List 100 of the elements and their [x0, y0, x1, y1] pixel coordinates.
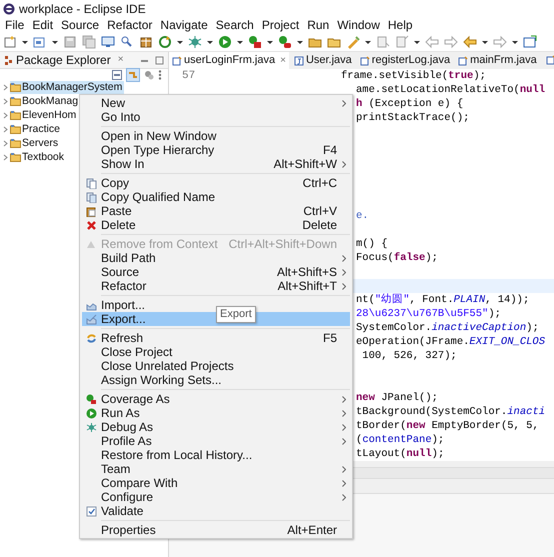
tree-item[interactable]: Textbook — [10, 150, 66, 164]
java-file-icon — [294, 56, 304, 66]
code-line: tBackground(SystemColor.inacti — [356, 405, 546, 419]
menu-item[interactable]: Copy Ctrl+C — [82, 176, 350, 190]
code-line: tBorder(new EmptyBorder(5, 5, — [356, 419, 540, 433]
code-line: h (Exception e) { — [356, 97, 464, 111]
coverage-icon — [86, 394, 97, 404]
menu-item[interactable]: Project — [258, 19, 304, 31]
dropdown-caret-icon[interactable] — [267, 40, 273, 44]
menu-item[interactable]: Copy Qualified Name — [82, 190, 350, 204]
dropdown-caret-icon[interactable] — [414, 40, 420, 44]
close-button[interactable]: × — [118, 55, 124, 65]
project-folder-icon — [10, 152, 21, 162]
back-arrow-icon[interactable] — [463, 35, 477, 49]
perspective-icon[interactable] — [523, 35, 537, 49]
menu-item[interactable]: Run — [303, 19, 334, 31]
pen-icon[interactable] — [346, 35, 360, 49]
dropdown-caret-icon[interactable] — [365, 40, 371, 44]
menu-item[interactable]: Close Unrelated Projects — [82, 359, 350, 373]
menu-item[interactable]: Team — [82, 462, 350, 476]
editor-tab[interactable]: registerLog.java — [356, 52, 454, 69]
link-toggle[interactable] — [126, 68, 140, 82]
menu-item[interactable]: Refresh F5 — [82, 331, 350, 345]
menu-item[interactable]: Build Path — [82, 251, 350, 265]
code-line: m() { — [356, 237, 389, 251]
maximize-icon[interactable] — [155, 56, 164, 64]
menu-item[interactable]: Delete Delete — [82, 218, 350, 232]
java-file-icon — [546, 55, 554, 65]
menu-item[interactable]: Window — [333, 19, 384, 31]
menu-item[interactable]: New — [82, 96, 350, 110]
menu-item[interactable]: Properties Alt+Enter — [82, 523, 350, 537]
tree-item[interactable]: BookManag — [10, 94, 80, 108]
dropdown-caret-icon[interactable] — [22, 40, 28, 44]
bug-icon — [86, 422, 97, 432]
code-line: e. — [356, 209, 370, 223]
menu-item[interactable]: Compare With — [82, 476, 350, 490]
dropdown-caret-icon[interactable] — [512, 40, 518, 44]
search-icon — [120, 35, 134, 49]
code-line: nt("幼圆", Font.PLAIN, 14)); — [356, 293, 530, 307]
view-tab[interactable]: Package Explorer — [16, 54, 111, 66]
menu-item[interactable]: Help — [384, 19, 417, 31]
back-arrow-icon — [425, 35, 439, 49]
delete-icon — [86, 220, 97, 230]
editor-tab[interactable]: mainFrm.java — [455, 52, 540, 69]
bug-icon[interactable] — [188, 35, 202, 49]
menu-item[interactable]: Close Project — [82, 345, 350, 359]
menu-item[interactable]: Assign Working Sets... — [82, 373, 350, 387]
menu-item[interactable]: Navigate — [156, 19, 212, 31]
tree-item[interactable]: BookManagerSystem — [10, 80, 124, 94]
more-options-icon[interactable] — [158, 70, 162, 80]
tree-item[interactable]: Practice — [10, 122, 62, 136]
code-line: Focus(false); — [356, 251, 439, 265]
checkbox-icon — [86, 506, 97, 516]
project-folder-icon — [10, 110, 21, 120]
menu-item[interactable]: Open in New Window — [82, 129, 350, 143]
tree-item[interactable]: Servers — [10, 136, 60, 150]
code-line: SystemColor.inactiveCaption); — [356, 321, 540, 335]
dropdown-caret-icon[interactable] — [52, 40, 58, 44]
coverage-icon[interactable] — [248, 35, 262, 49]
dropdown-caret-icon[interactable] — [207, 40, 213, 44]
run-icon[interactable] — [218, 35, 232, 49]
forward-arrow-icon[interactable] — [493, 35, 507, 49]
menu-item[interactable]: Source Alt+Shift+S — [82, 265, 350, 279]
menu-item[interactable]: Profile As — [82, 434, 350, 448]
menu-item[interactable]: Go Into — [82, 110, 350, 124]
dropdown-caret-icon[interactable] — [297, 40, 303, 44]
menu-item[interactable]: Validate — [82, 504, 350, 518]
tree-item[interactable]: ElevenHom — [10, 108, 78, 122]
package-icon — [139, 35, 153, 49]
menu-item[interactable]: Search — [212, 19, 258, 31]
menu-item[interactable]: Edit — [28, 19, 58, 31]
menu-item[interactable]: Debug As — [82, 420, 350, 434]
collapse-all-icon[interactable] — [112, 70, 122, 80]
menu-item[interactable]: Open Type Hierarchy F4 — [82, 143, 350, 157]
java-file-icon — [172, 56, 182, 66]
menu-item[interactable]: Restore from Local History... — [82, 448, 350, 462]
menu-item[interactable]: Configure — [82, 490, 350, 504]
code-line: printStackTrace(); — [356, 111, 470, 125]
new-file-icon[interactable] — [3, 35, 17, 49]
menu-item[interactable]: Show In Alt+Shift+W — [82, 157, 350, 171]
monitor-icon — [101, 35, 115, 49]
menu-item[interactable]: Refactor — [103, 19, 156, 31]
dropdown-caret-icon[interactable] — [237, 40, 243, 44]
menu-item[interactable]: Coverage As — [82, 392, 350, 406]
window-title: workplace - Eclipse IDE — [19, 2, 146, 14]
dropdown-caret-icon[interactable] — [482, 40, 488, 44]
menu-item[interactable]: Run As — [82, 406, 350, 420]
menu-item[interactable]: Refactor Alt+Shift+T — [82, 279, 350, 293]
code-line: tLayout(null); — [356, 447, 446, 461]
dropdown-caret-icon[interactable] — [177, 40, 183, 44]
menu-item[interactable]: File — [1, 19, 28, 31]
refresh-icon[interactable] — [158, 35, 172, 49]
code-line: 100, 526, 327); — [361, 349, 458, 363]
editor-tab[interactable]: User.java — [290, 52, 355, 69]
menu-item[interactable]: Paste Ctrl+V — [82, 204, 350, 218]
menu-item[interactable]: Source — [57, 19, 104, 31]
editor-tab[interactable]: userLoginFrm.java × — [169, 52, 289, 69]
project-folder-icon — [10, 96, 21, 106]
run-icon — [86, 408, 97, 418]
code-line: 28\u6237\u767B\u5F55"); — [356, 307, 502, 321]
